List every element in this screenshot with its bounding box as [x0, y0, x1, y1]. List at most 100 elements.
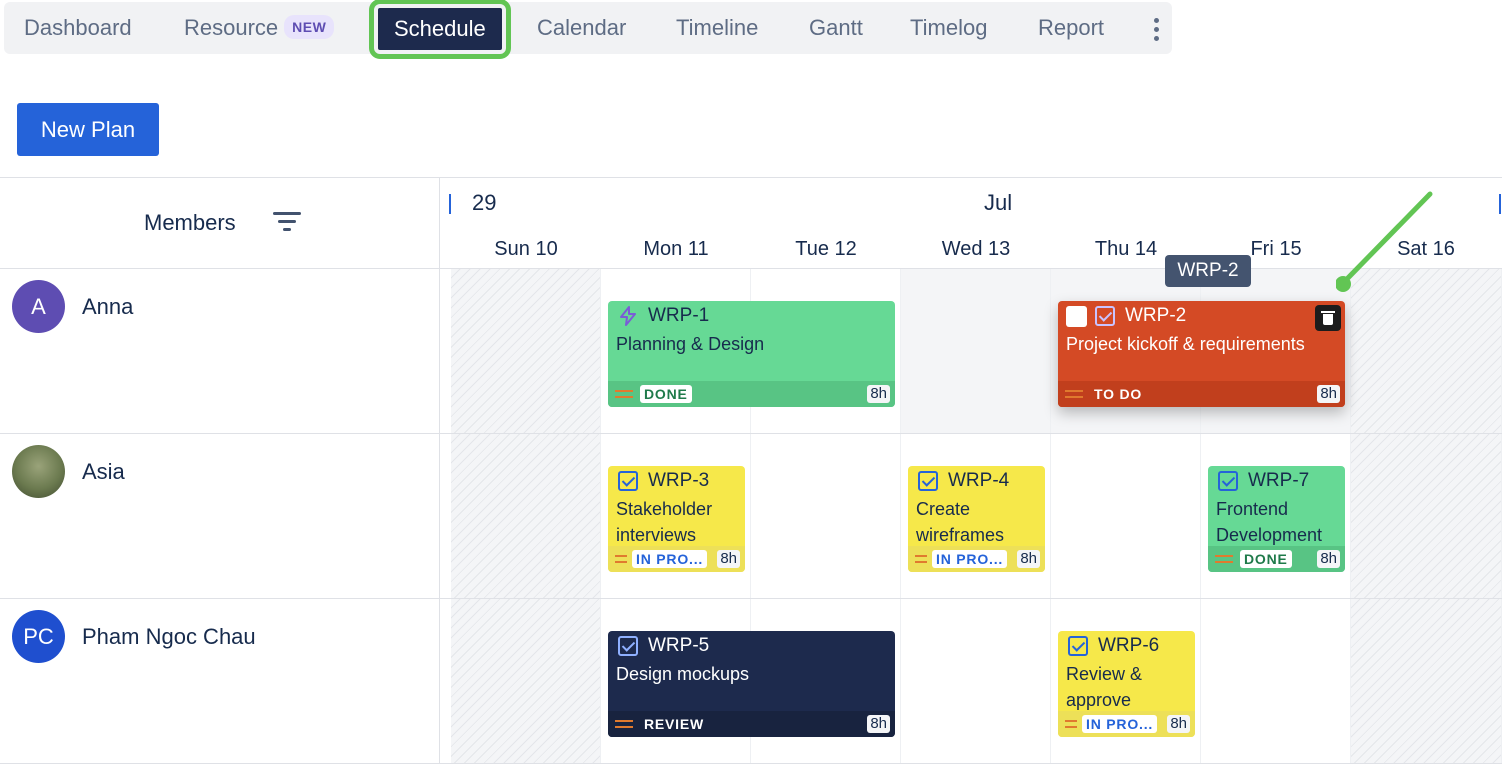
month-label: Jul	[984, 190, 1013, 215]
tab-timelog[interactable]: Timelog	[910, 2, 987, 54]
hours-badge: 8h	[1317, 550, 1340, 568]
members-header: Members	[0, 178, 440, 269]
task-title: Design mockups	[616, 664, 750, 684]
task-card-wrp-6[interactable]: WRP-6 Review & approve IN PRO... 8h	[1058, 631, 1195, 737]
status-badge: DONE	[1240, 550, 1292, 568]
member-name: Asia	[82, 459, 125, 484]
week-number: 29	[472, 190, 497, 215]
priority-medium-icon	[615, 555, 627, 563]
task-card-wrp-5[interactable]: WRP-5 Design mockups REVIEW 8h	[608, 631, 895, 737]
task-key: WRP-7	[1248, 470, 1310, 491]
day-cell[interactable]	[901, 269, 1051, 433]
tab-gantt[interactable]: Gantt	[809, 2, 863, 54]
tab-schedule[interactable]: Schedule	[369, 0, 511, 59]
tab-report[interactable]: Report	[1038, 2, 1104, 54]
lightning-icon	[620, 306, 636, 326]
avatar: PC	[12, 610, 65, 663]
member-name: Anna	[82, 294, 134, 319]
hours-badge: 8h	[1167, 715, 1190, 733]
task-footer: IN PRO... 8h	[908, 546, 1045, 572]
annotation-pointer	[1336, 191, 1433, 292]
tab-resource-label: Resource	[184, 15, 279, 40]
task-title: Stakeholder interviews	[616, 499, 713, 545]
day-header-sun: Sun 10	[494, 238, 558, 260]
task-checkbox-icon	[1068, 636, 1088, 656]
task-card-wrp-2[interactable]: WRP-2 Project kickoff & requirements TO …	[1058, 301, 1345, 407]
members-label: Members	[144, 210, 236, 235]
weekend-cell[interactable]	[1351, 434, 1502, 598]
task-key: WRP-5	[648, 635, 710, 656]
task-footer: DONE 8h	[1208, 546, 1345, 572]
select-checkbox[interactable]	[1066, 306, 1087, 327]
day-header-wed: Wed 13	[941, 238, 1011, 260]
task-key: WRP-6	[1098, 635, 1160, 656]
more-vertical-icon[interactable]	[1146, 16, 1166, 42]
priority-medium-icon	[915, 555, 927, 563]
task-key: WRP-3	[648, 470, 710, 491]
hours-badge: 8h	[867, 715, 890, 733]
task-card-wrp-1[interactable]: WRP-1 Planning & Design DONE 8h	[608, 301, 895, 407]
week-marker	[1499, 194, 1501, 214]
hours-badge: 8h	[867, 385, 890, 403]
hours-badge: 8h	[1317, 385, 1340, 403]
member-cell: A Anna	[0, 269, 440, 433]
day-cell[interactable]	[751, 434, 901, 598]
task-tooltip: WRP-2	[1165, 255, 1251, 287]
tab-dashboard[interactable]: Dashboard	[24, 2, 132, 54]
tab-timeline[interactable]: Timeline	[676, 2, 758, 54]
task-footer: REVIEW 8h	[608, 711, 895, 737]
task-title: Create wireframes	[916, 499, 1005, 545]
task-card-wrp-7[interactable]: WRP-7 Frontend Development DONE 8h	[1208, 466, 1345, 572]
priority-medium-icon	[1065, 720, 1077, 728]
day-cell[interactable]	[1051, 434, 1201, 598]
member-name: Pham Ngoc Chau	[82, 624, 256, 649]
task-checkbox-icon	[918, 471, 938, 491]
priority-medium-icon	[615, 390, 633, 398]
member-cell: Asia	[0, 434, 440, 598]
avatar: A	[12, 280, 65, 333]
task-title: Project kickoff & requirements	[1066, 334, 1305, 354]
status-badge: IN PRO...	[632, 550, 708, 568]
task-checkbox-icon	[618, 636, 638, 656]
day-header-mon: Mon 11	[643, 238, 709, 260]
status-badge: IN PRO...	[1082, 715, 1158, 733]
task-checkbox-icon	[1218, 471, 1238, 491]
task-footer: DONE 8h	[608, 381, 895, 407]
task-footer: IN PRO... 8h	[608, 546, 745, 572]
weekend-cell[interactable]	[451, 599, 601, 763]
task-key: WRP-4	[948, 470, 1010, 491]
status-badge: DONE	[640, 385, 692, 403]
task-checkbox-icon	[618, 471, 638, 491]
task-footer: IN PRO... 8h	[1058, 711, 1195, 737]
trash-icon[interactable]	[1315, 305, 1341, 331]
day-cells	[440, 599, 1502, 763]
tab-calendar[interactable]: Calendar	[537, 2, 626, 54]
day-cell[interactable]	[1201, 599, 1351, 763]
member-cell: PC Pham Ngoc Chau	[0, 599, 440, 763]
task-title: Review & approve	[1066, 664, 1143, 710]
view-tab-bar: Dashboard Resource NEW Schedule Calendar …	[4, 0, 1172, 59]
week-marker	[449, 194, 451, 214]
avatar	[12, 445, 65, 498]
day-header-tue: Tue 12	[795, 238, 857, 260]
priority-medium-icon	[615, 720, 633, 728]
task-card-wrp-3[interactable]: WRP-3 Stakeholder interviews IN PRO... 8…	[608, 466, 745, 572]
status-badge: TO DO	[1094, 386, 1143, 402]
weekend-cell[interactable]	[451, 434, 601, 598]
day-cell[interactable]	[901, 599, 1051, 763]
filter-icon[interactable]	[272, 212, 302, 236]
task-key: WRP-1	[648, 305, 710, 326]
hours-badge: 8h	[1017, 550, 1040, 568]
tab-resource[interactable]: Resource NEW	[184, 2, 335, 54]
priority-medium-icon	[1215, 555, 1233, 563]
weekend-cell[interactable]	[1351, 599, 1502, 763]
priority-medium-icon	[1065, 390, 1083, 398]
status-badge: REVIEW	[644, 716, 705, 732]
task-key: WRP-2	[1125, 305, 1187, 326]
new-plan-button[interactable]: New Plan	[17, 103, 159, 156]
weekend-cell[interactable]	[451, 269, 601, 433]
task-title: Frontend Development	[1216, 499, 1323, 545]
status-badge: IN PRO...	[932, 550, 1008, 568]
task-checkbox-icon	[1095, 306, 1115, 326]
task-card-wrp-4[interactable]: WRP-4 Create wireframes IN PRO... 8h	[908, 466, 1045, 572]
